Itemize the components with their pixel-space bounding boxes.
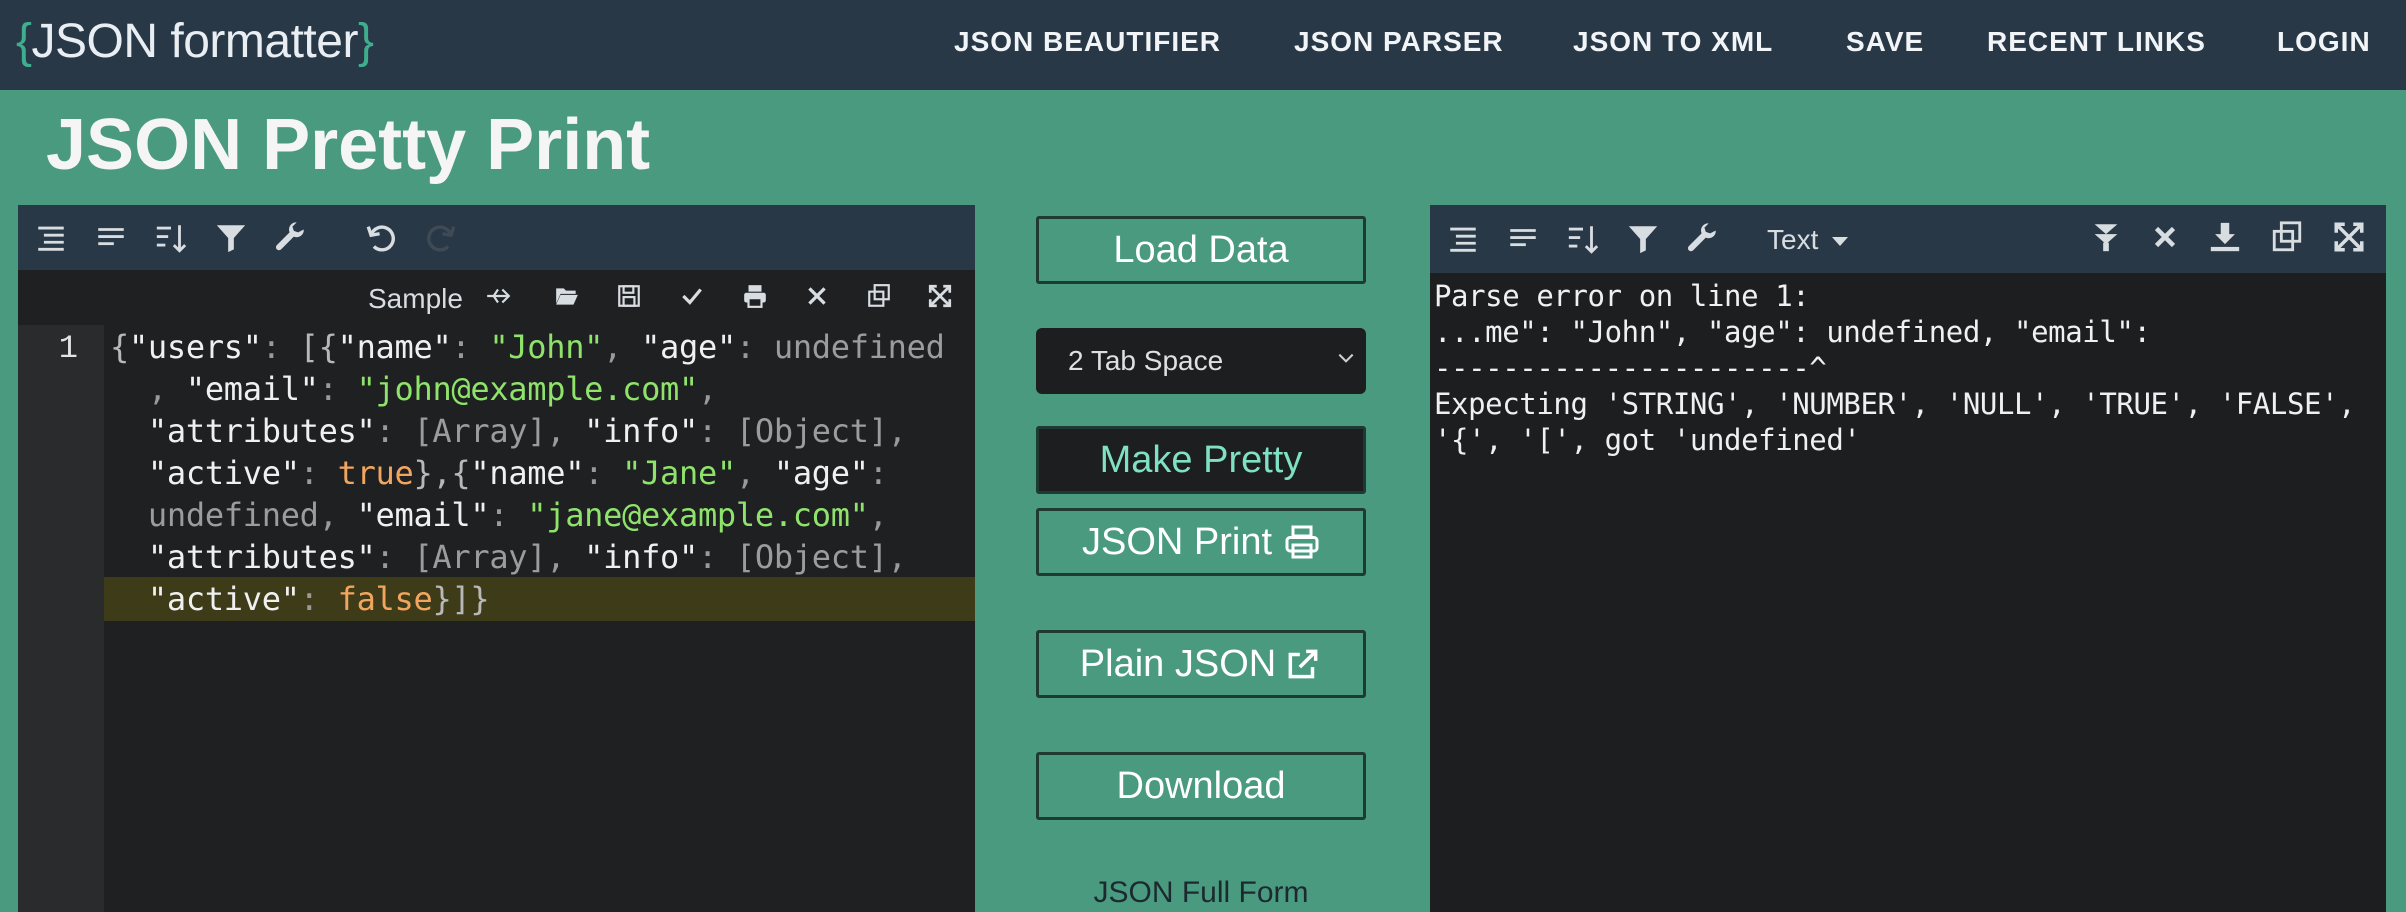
close-icon[interactable] — [2148, 218, 2182, 256]
nav-json-parser[interactable]: JSON PARSER — [1294, 26, 1504, 58]
nav-json-to-xml[interactable]: JSON TO XML — [1573, 26, 1773, 58]
json-print-button[interactable]: JSON Print — [1036, 508, 1366, 576]
check-icon[interactable] — [677, 281, 707, 311]
caret-down-icon — [1832, 237, 1849, 247]
logo-brace-open: { — [16, 15, 32, 68]
sort-icon[interactable] — [1564, 220, 1602, 258]
folder-open-icon[interactable] — [552, 281, 582, 311]
print-icon — [1285, 525, 1319, 559]
output-text[interactable]: Parse error on line 1: ...me": "John", "a… — [1434, 278, 2356, 458]
chevron-down-icon — [1338, 353, 1354, 363]
copy-icon[interactable] — [864, 281, 894, 311]
filter-icon[interactable] — [212, 219, 250, 257]
share-icon[interactable] — [483, 281, 513, 311]
line-gutter — [18, 325, 104, 912]
compact-icon[interactable] — [1504, 220, 1542, 258]
load-data-button[interactable]: Load Data — [1036, 216, 1366, 284]
output-mode-dropdown[interactable]: Text — [1767, 224, 1849, 256]
sort-icon[interactable] — [152, 219, 190, 257]
nav-recent-links[interactable]: RECENT LINKS — [1987, 26, 2206, 58]
download-icon[interactable] — [2208, 218, 2242, 256]
expand-icon[interactable] — [925, 281, 955, 311]
code-line-6: "attributes": [Array], "info": [Object], — [110, 538, 907, 576]
json-full-form-link[interactable]: JSON Full Form — [1036, 876, 1366, 910]
close-icon[interactable] — [802, 281, 832, 311]
compact-icon[interactable] — [92, 219, 130, 257]
site-logo[interactable]: {JSON formatter} — [16, 14, 374, 69]
output-mode-label: Text — [1767, 224, 1819, 255]
top-navbar: {JSON formatter} JSON BEAUTIFIER JSON PA… — [0, 0, 2406, 90]
plain-json-label: Plain JSON — [1079, 642, 1277, 685]
output-line: ...me": "John", "age": undefined, "email… — [1434, 315, 2151, 349]
line-number: 1 — [58, 330, 78, 367]
format-icon[interactable] — [1444, 220, 1482, 258]
sample-link[interactable]: Sample — [368, 283, 463, 315]
download-button[interactable]: Download — [1036, 752, 1366, 820]
format-icon[interactable] — [32, 219, 70, 257]
nav-json-beautifier[interactable]: JSON BEAUTIFIER — [954, 26, 1221, 58]
code-line-2: , "email": "john@example.com", — [110, 370, 717, 408]
tab-space-select[interactable]: 2 Tab Space — [1036, 328, 1366, 394]
json-print-label: JSON Print — [1081, 520, 1273, 563]
copy-icon[interactable] — [2270, 218, 2304, 256]
code-line-4: "active": true},{"name": "Jane", "age": — [110, 454, 888, 492]
code-line-3: "attributes": [Array], "info": [Object], — [110, 412, 907, 450]
logo-brace-close: } — [357, 15, 374, 68]
page-title: JSON Pretty Print — [46, 105, 651, 185]
output-line: Parse error on line 1: — [1434, 279, 1810, 313]
output-line: ----------------------^ — [1434, 351, 1827, 385]
filter-icon[interactable] — [1624, 220, 1662, 258]
expand-icon[interactable] — [2332, 218, 2366, 256]
output-line: '{', '[', got 'undefined' — [1434, 423, 1861, 457]
nav-save[interactable]: SAVE — [1846, 26, 1924, 58]
save-icon[interactable] — [614, 281, 644, 311]
code-line-1: {"users": [{"name": "John", "age": undef… — [110, 328, 945, 366]
external-link-icon — [1288, 649, 1318, 679]
code-line-5: undefined, "email": "jane@example.com", — [110, 496, 888, 534]
plain-json-button[interactable]: Plain JSON — [1036, 630, 1366, 698]
wrench-icon[interactable] — [1684, 220, 1722, 258]
output-line: Expecting 'STRING', 'NUMBER', 'NULL', 'T… — [1434, 387, 2356, 421]
wrench-icon[interactable] — [272, 219, 310, 257]
print-icon[interactable] — [740, 281, 770, 311]
logo-text: JSON formatter — [31, 15, 359, 68]
redo-icon[interactable] — [422, 219, 460, 257]
input-toolbar — [18, 205, 975, 270]
tab-space-value: 2 Tab Space — [1068, 345, 1224, 376]
code-line-7: "active": false}]} — [110, 580, 490, 618]
make-pretty-button[interactable]: Make Pretty — [1036, 426, 1366, 494]
collapse-all-icon[interactable] — [2089, 218, 2123, 256]
nav-login[interactable]: LOGIN — [2277, 26, 2371, 58]
undo-icon[interactable] — [362, 219, 400, 257]
